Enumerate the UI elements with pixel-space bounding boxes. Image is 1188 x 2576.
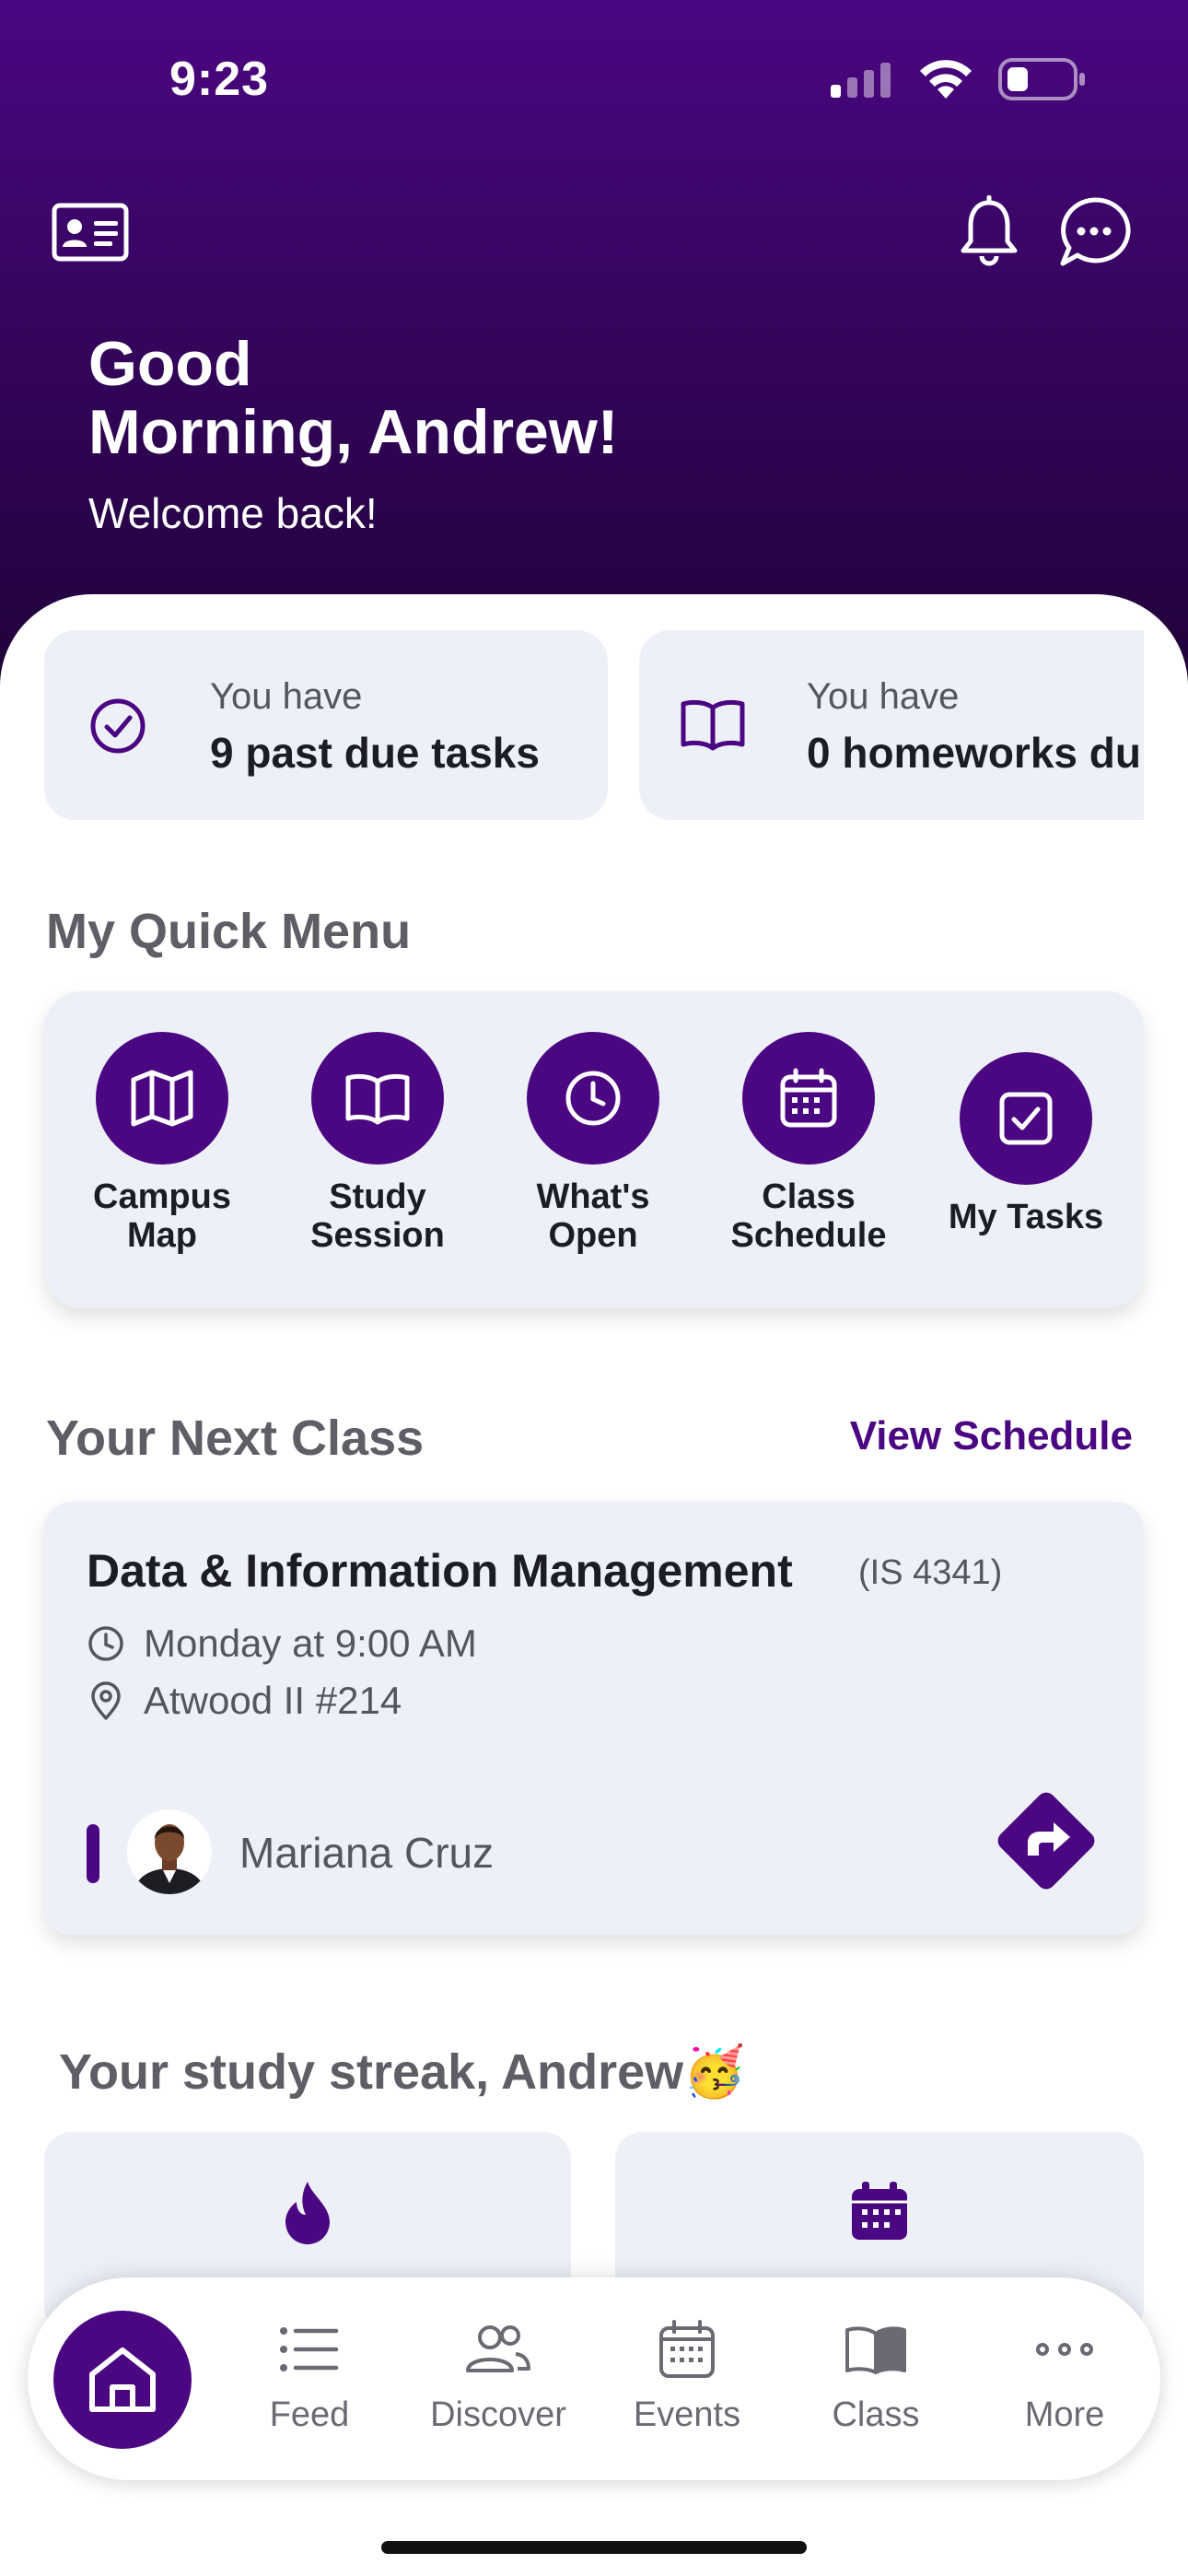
instructor-name: Mariana Cruz [239,1829,495,1877]
quick-menu-icon-circle [311,1032,444,1165]
quick-menu-title: My Quick Menu [46,904,412,959]
welcome-subtitle: Welcome back! [88,489,378,537]
tab-label: More [1024,2395,1105,2434]
bell-icon[interactable] [958,195,1020,269]
homeworks-due-card[interactable]: You have 0 homeworks du [639,630,1144,820]
label-line-2: Schedule [730,1216,887,1255]
quick-menu-class-schedule[interactable]: Class Schedule [716,1032,901,1255]
quick-menu-icon-circle [742,1032,875,1165]
battery-icon [998,58,1085,100]
map-icon [131,1070,193,1127]
status-icons [829,57,1087,101]
class-time: Monday at 9:00 AM [144,1622,477,1665]
flame-icon [285,2182,330,2244]
tab-label: Class [832,2395,920,2434]
tab-more[interactable]: More [973,2316,1157,2435]
quick-menu-icon-circle [96,1032,228,1165]
tab-label: Feed [269,2395,350,2434]
book-open-icon [681,699,745,751]
quick-menu-icon-circle [527,1032,659,1165]
card-pre-text: You have [210,676,363,717]
card-main-text: 9 past due tasks [210,729,540,777]
quick-menu-label: What's Open [501,1177,685,1255]
quick-menu-campus-map[interactable]: Campus Map [70,1032,254,1255]
label-line-2: Open [548,1216,638,1255]
tab-events[interactable]: Events [595,2316,779,2435]
avatar-image [127,1809,212,1894]
calendar-icon [780,1068,837,1128]
label-line-1: Class [762,1177,856,1216]
past-due-tasks-card[interactable]: You have 9 past due tasks [44,630,608,820]
course-name: Data & Information Management [87,1545,793,1597]
view-schedule-link[interactable]: View Schedule [850,1413,1133,1459]
streak-title-text: Your study streak, Andrew [59,2044,684,2100]
tab-label: Events [633,2395,741,2434]
tab-home[interactable] [53,2311,192,2449]
list-icon [280,2327,339,2371]
calendar-icon [852,2182,907,2240]
tab-discover[interactable]: Discover [406,2316,590,2435]
class-location: Atwood II #214 [144,1679,402,1722]
check-circle-icon [90,698,146,754]
book-open-icon [345,1073,410,1125]
book-icon [845,2326,906,2374]
tab-class[interactable]: Class [784,2316,968,2435]
quick-menu-icon-circle [960,1052,1092,1185]
card-pre-text: You have [807,676,960,717]
label-line-1: Campus [93,1177,231,1216]
instructor-accent-bar [87,1824,99,1883]
home-icon [89,2348,156,2412]
label-line-1: My Tasks [948,1198,1104,1236]
quick-menu-card: Campus Map Study Session What's Open Cla… [44,991,1144,1308]
label-line-1: Study [329,1177,426,1216]
directions-icon[interactable] [989,1784,1103,1898]
next-class-title: Your Next Class [46,1411,425,1466]
label-line-1: What's [536,1177,650,1216]
signal-icon [831,63,891,98]
avatar [127,1809,212,1894]
more-dots-icon [1036,2343,1093,2356]
people-icon [466,2325,530,2372]
id-card-icon[interactable] [52,203,129,262]
home-indicator [381,2541,807,2554]
quick-menu-study-session[interactable]: Study Session [285,1032,470,1255]
quick-menu-label: Study Session [285,1177,470,1255]
bottom-tab-bar: Feed Discover Events Class More [28,2277,1160,2480]
label-line-2: Session [310,1216,445,1255]
quick-menu-label: My Tasks [934,1198,1118,1236]
wifi-icon [920,60,972,99]
tab-label: Discover [430,2395,566,2434]
quick-menu-label: Campus Map [70,1177,254,1255]
card-main-text: 0 homeworks du [807,729,1141,777]
class-location-row: Atwood II #214 [87,1679,402,1723]
clock-icon [565,1071,621,1126]
clock-icon [88,1626,123,1661]
label-line-2: Map [127,1216,197,1255]
class-time-row: Monday at 9:00 AM [87,1622,477,1666]
quick-menu-label: Class Schedule [716,1177,901,1255]
next-class-card[interactable]: Data & Information Management (IS 4341) … [44,1502,1144,1935]
calendar-icon [659,2320,715,2378]
chat-bubble-icon[interactable] [1057,195,1131,269]
quick-menu-my-tasks[interactable]: My Tasks [934,1052,1118,1236]
greeting-line-2: Morning, Andrew! [88,397,619,467]
greeting: Good Morning, Andrew! Welcome back! [88,330,618,538]
location-pin-icon [91,1681,121,1720]
party-emoji-icon: 🥳 [683,2044,746,2100]
quick-menu-whats-open[interactable]: What's Open [501,1032,685,1255]
course-code: (IS 4341) [858,1553,1003,1592]
tab-feed[interactable]: Feed [217,2316,402,2435]
checkbox-icon [999,1092,1053,1145]
study-streak-title: Your study streak, Andrew🥳 [59,2043,745,2102]
greeting-line-1: Good [88,329,252,399]
status-time: 9:23 [169,53,270,106]
